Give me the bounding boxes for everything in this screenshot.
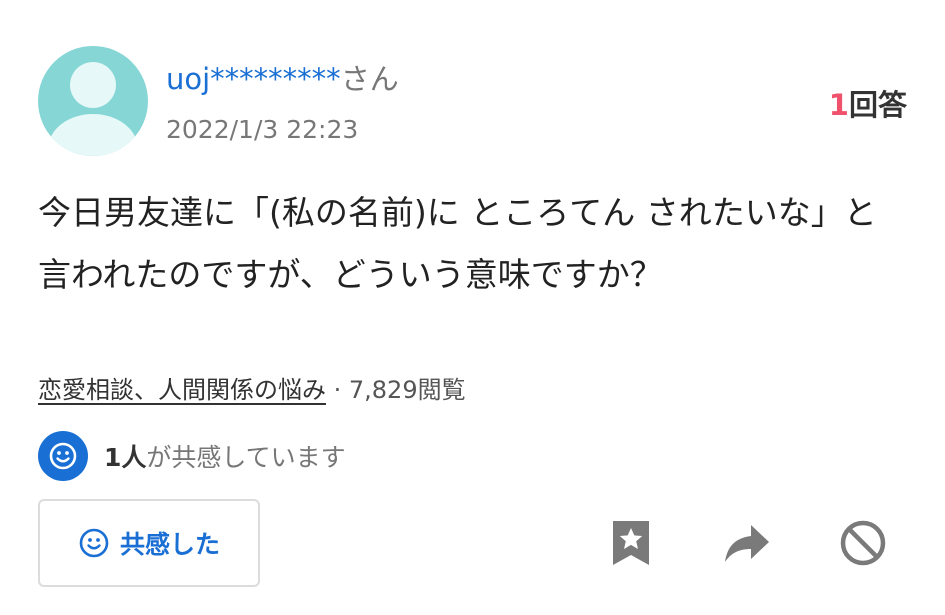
answer-count-number: 1 xyxy=(828,88,849,122)
share-icon[interactable] xyxy=(722,518,772,568)
user-avatar[interactable] xyxy=(38,46,148,156)
empathize-button-label: 共感した xyxy=(119,530,220,559)
empathy-text: が共感しています xyxy=(146,443,346,472)
smile-outline-icon xyxy=(79,528,109,558)
avatar-head-shape xyxy=(70,62,116,108)
meta-separator: · xyxy=(326,376,349,404)
empathy-count: 1人 xyxy=(104,443,147,472)
question-meta: 恋愛相談、人間関係の悩み · 7,829閲覧 xyxy=(38,370,466,405)
empathy-summary: 1人 が共感しています xyxy=(38,431,346,481)
answer-count[interactable]: 1回答 xyxy=(829,82,907,124)
smile-icon xyxy=(38,431,88,481)
empathize-button[interactable]: 共感した xyxy=(38,499,260,587)
block-icon[interactable] xyxy=(838,518,888,568)
avatar-body-shape xyxy=(48,114,138,156)
user-honorific: さん xyxy=(340,62,399,96)
post-timestamp: 2022/1/3 22:23 xyxy=(166,115,359,144)
user-name[interactable]: uoj********* xyxy=(166,62,341,96)
category-link[interactable]: 恋愛相談、人間関係の悩み xyxy=(38,376,326,404)
user-line: uoj*********さん xyxy=(166,56,399,98)
answer-count-label: 回答 xyxy=(848,88,907,122)
question-text: 今日男友達に「(私の名前)に ところてん されたいな」と言われたのですが、どうい… xyxy=(38,193,877,294)
view-count: 7,829閲覧 xyxy=(348,376,466,404)
bookmark-star-icon[interactable] xyxy=(606,518,656,568)
